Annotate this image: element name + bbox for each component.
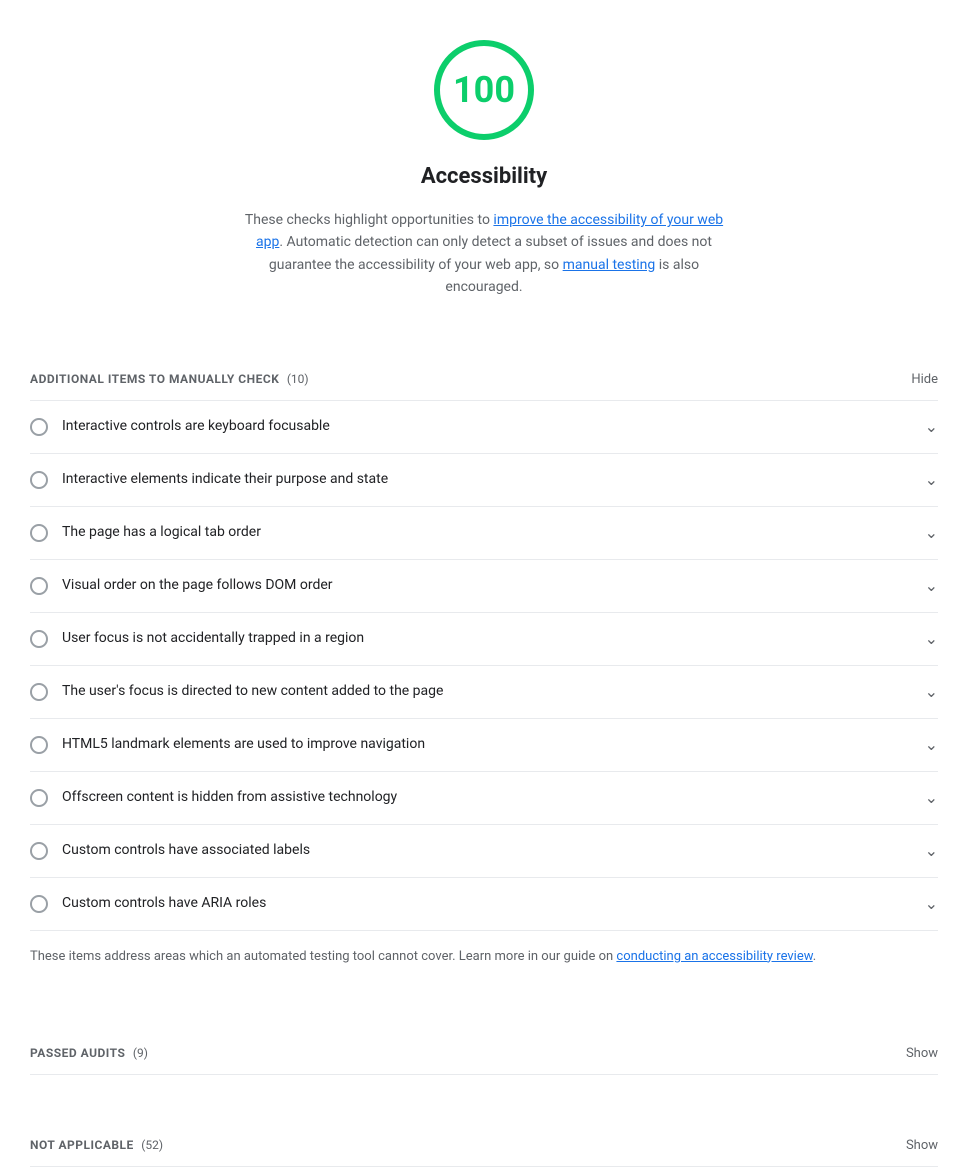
chevron-down-icon: ⌄ [925,786,938,810]
audit-label: The page has a logical tab order [62,522,261,543]
chevron-down-icon: ⌄ [925,839,938,863]
audit-item[interactable]: Interactive elements indicate their purp… [30,454,938,507]
manual-check-toggle[interactable]: Hide [911,372,938,387]
audit-item[interactable]: Offscreen content is hidden from assisti… [30,772,938,825]
audit-status-icon [30,895,48,913]
not-applicable-header: NOT APPLICABLE (52) Show [30,1115,938,1167]
audit-status-icon [30,683,48,701]
audit-item[interactable]: HTML5 landmark elements are used to impr… [30,719,938,772]
audit-status-icon [30,471,48,489]
audit-label: Interactive elements indicate their purp… [62,469,388,490]
chevron-down-icon: ⌄ [925,627,938,651]
audit-status-icon [30,418,48,436]
audit-item[interactable]: Visual order on the page follows DOM ord… [30,560,938,613]
chevron-down-icon: ⌄ [925,415,938,439]
score-section: 100 Accessibility These checks highlight… [30,0,938,329]
audit-status-icon [30,630,48,648]
score-number: 100 [453,72,515,108]
manual-check-section-header: ADDITIONAL ITEMS TO MANUALLY CHECK (10) … [30,349,938,401]
audit-label: User focus is not accidentally trapped i… [62,628,364,649]
audit-label: Visual order on the page follows DOM ord… [62,575,333,596]
passed-audits-toggle[interactable]: Show [906,1046,938,1061]
audit-status-icon [30,789,48,807]
chevron-down-icon: ⌄ [925,521,938,545]
audit-item[interactable]: The page has a logical tab order ⌄ [30,507,938,560]
audit-label: The user's focus is directed to new cont… [62,681,443,702]
audit-status-icon [30,577,48,595]
audit-item[interactable]: Custom controls have associated labels ⌄ [30,825,938,878]
audit-list: Interactive controls are keyboard focusa… [30,401,938,931]
accessibility-review-link[interactable]: conducting an accessibility review [616,949,812,964]
manual-note: These items address areas which an autom… [30,931,938,984]
not-applicable-toggle[interactable]: Show [906,1138,938,1153]
manual-check-title: ADDITIONAL ITEMS TO MANUALLY CHECK (10) [30,369,309,390]
audit-status-icon [30,842,48,860]
audit-item[interactable]: Interactive controls are keyboard focusa… [30,401,938,454]
manual-testing-link[interactable]: manual testing [563,257,656,273]
chevron-down-icon: ⌄ [925,680,938,704]
not-applicable-title: NOT APPLICABLE (52) [30,1135,163,1156]
audit-item[interactable]: User focus is not accidentally trapped i… [30,613,938,666]
not-applicable-section: NOT APPLICABLE (52) Show [30,1115,938,1167]
audit-item[interactable]: Custom controls have ARIA roles ⌄ [30,878,938,930]
audit-status-icon [30,736,48,754]
score-title: Accessibility [421,160,547,193]
audit-status-icon [30,524,48,542]
passed-audits-header: PASSED AUDITS (9) Show [30,1023,938,1075]
chevron-down-icon: ⌄ [925,574,938,598]
chevron-down-icon: ⌄ [925,468,938,492]
audit-label: Custom controls have associated labels [62,840,310,861]
passed-audits-title: PASSED AUDITS (9) [30,1043,148,1064]
score-circle: 100 [434,40,534,140]
page-container: 100 Accessibility These checks highlight… [0,0,968,1167]
audit-label: Custom controls have ARIA roles [62,893,266,914]
chevron-down-icon: ⌄ [925,892,938,916]
score-description: These checks highlight opportunities to … [234,209,734,299]
audit-item[interactable]: The user's focus is directed to new cont… [30,666,938,719]
passed-audits-section: PASSED AUDITS (9) Show [30,1023,938,1075]
chevron-down-icon: ⌄ [925,733,938,757]
audit-label: Offscreen content is hidden from assisti… [62,787,397,808]
audit-label: HTML5 landmark elements are used to impr… [62,734,425,755]
audit-label: Interactive controls are keyboard focusa… [62,416,330,437]
